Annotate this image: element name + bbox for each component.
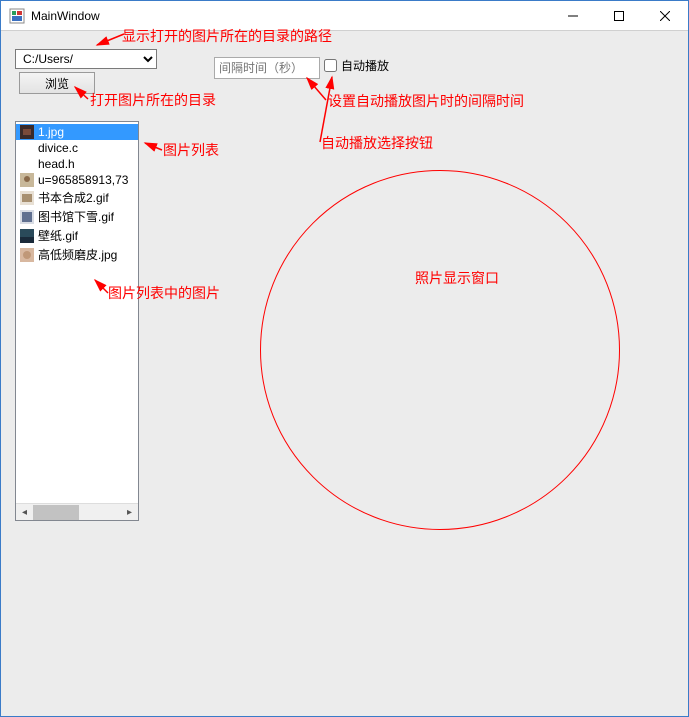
scroll-left-arrow-icon[interactable]: ◂ (16, 504, 33, 521)
browse-button[interactable]: 浏览 (19, 72, 95, 94)
list-item[interactable]: head.h (16, 156, 138, 172)
titlebar: MainWindow (1, 1, 688, 31)
thumb-skin-icon (20, 248, 34, 262)
auto-play-label: 自动播放 (341, 57, 389, 74)
scroll-track[interactable] (33, 504, 121, 520)
no-icon (20, 141, 34, 155)
client-area: C:/Users/ 浏览 自动播放 1.jpg divice.c head.h u=9… (1, 31, 688, 716)
file-list-inner: 1.jpg divice.c head.h u=965858913,73 书本合成2.g… (16, 122, 138, 266)
horizontal-scrollbar[interactable]: ◂ ▸ (16, 503, 138, 520)
thumb-book-icon (20, 191, 34, 205)
no-icon (20, 157, 34, 171)
close-button[interactable] (642, 1, 688, 30)
minimize-button[interactable] (550, 1, 596, 30)
list-item-label: 1.jpg (38, 125, 64, 139)
list-item[interactable]: divice.c (16, 140, 138, 156)
scroll-thumb[interactable] (33, 505, 79, 520)
thumb-photo-icon (20, 173, 34, 187)
list-item-label: u=965858913,73 (38, 173, 128, 187)
app-icon (9, 8, 25, 24)
list-item[interactable]: 1.jpg (16, 124, 138, 140)
list-item-label: divice.c (38, 141, 78, 155)
list-item[interactable]: u=965858913,73 (16, 172, 138, 188)
auto-play-checkbox[interactable] (324, 59, 337, 72)
auto-play-group: 自动播放 (324, 57, 389, 74)
list-item[interactable]: 书本合成2.gif (16, 188, 138, 207)
maximize-button[interactable] (596, 1, 642, 30)
path-combo[interactable]: C:/Users/ (15, 49, 157, 69)
list-item[interactable]: 图书馆下雪.gif (16, 207, 138, 226)
thumb-dark-icon (20, 125, 34, 139)
file-list[interactable]: 1.jpg divice.c head.h u=965858913,73 书本合成2.g… (15, 121, 139, 521)
interval-input[interactable] (214, 57, 320, 79)
thumb-lib-icon (20, 210, 34, 224)
window-controls (550, 1, 688, 30)
list-item[interactable]: 壁纸.gif (16, 226, 138, 245)
list-item-label: 壁纸.gif (38, 227, 78, 244)
main-window: MainWindow C:/Users/ 浏览 自动播放 1.jpg divice… (0, 0, 689, 717)
list-item-label: 高低频磨皮.jpg (38, 246, 117, 263)
list-item[interactable]: 高低频磨皮.jpg (16, 245, 138, 264)
thumb-wall-icon (20, 229, 34, 243)
list-item-label: 图书馆下雪.gif (38, 208, 114, 225)
list-item-label: head.h (38, 157, 75, 171)
window-title: MainWindow (31, 9, 550, 23)
list-item-label: 书本合成2.gif (38, 189, 109, 206)
scroll-right-arrow-icon[interactable]: ▸ (121, 504, 138, 521)
